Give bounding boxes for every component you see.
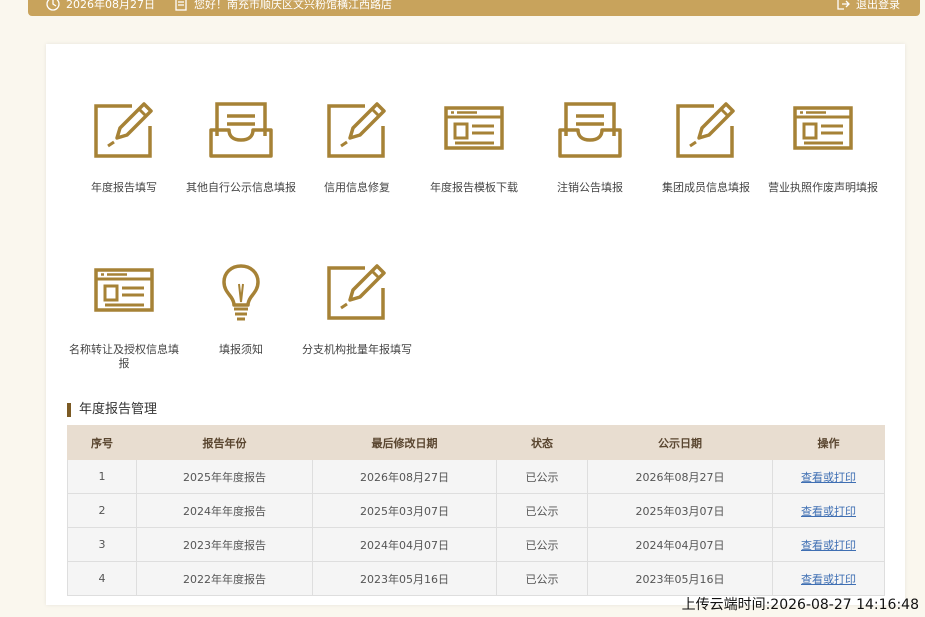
- template-window-icon: [416, 100, 532, 160]
- tile-8[interactable]: 名称转让及授权信息填报: [66, 262, 182, 371]
- cell-status: 已公示: [496, 493, 588, 528]
- col-header-modified: 最后修改日期: [312, 425, 497, 460]
- col-header-year: 报告年份: [136, 425, 313, 460]
- cell-year: 2024年年度报告: [136, 493, 313, 528]
- cell-publish-date: 2025年03月07日: [587, 493, 773, 528]
- tile-label: 营业执照作废声明填报: [768, 181, 878, 194]
- cell-action: 查看或打印: [772, 459, 885, 494]
- tile-9[interactable]: 填报须知: [183, 262, 299, 357]
- view-print-link[interactable]: 查看或打印: [801, 539, 856, 552]
- table-row: 3 2023年年度报告 2024年04月07日 已公示 2024年04月07日 查看或打印: [67, 527, 885, 562]
- tile-label: 填报须知: [219, 343, 263, 356]
- cell-action: 查看或打印: [772, 493, 885, 528]
- cell-index: 3: [67, 527, 137, 562]
- cell-index: 1: [67, 459, 137, 494]
- col-header-index: 序号: [67, 425, 137, 460]
- greeting-text: 您好！南充市顺庆区文兴粉馆横江西路店: [194, 0, 392, 11]
- cell-publish-date: 2024年04月07日: [587, 527, 773, 562]
- inbox-icon: [183, 100, 299, 160]
- tile-label: 分支机构批量年报填写: [302, 343, 412, 356]
- cell-status: 已公示: [496, 527, 588, 562]
- greeting-area: 您好！南充市顺庆区文兴粉馆横江西路店: [174, 0, 392, 16]
- tile-6[interactable]: 集团成员信息填报: [648, 100, 764, 195]
- cell-status: 已公示: [496, 459, 588, 494]
- cell-modified: 2025年03月07日: [312, 493, 497, 528]
- col-header-publish-date: 公示日期: [587, 425, 773, 460]
- current-date: 2026年08月27日: [66, 0, 155, 11]
- table-row: 1 2025年年度报告 2026年08月27日 已公示 2026年08月27日 查看或打印: [67, 459, 885, 494]
- edit-icon: [299, 262, 415, 322]
- table-header-row: 序号 报告年份 最后修改日期 状态 公示日期 操作: [67, 425, 885, 460]
- view-print-link[interactable]: 查看或打印: [801, 471, 856, 484]
- tile-label: 其他自行公示信息填报: [186, 181, 296, 194]
- edit-icon: [66, 100, 182, 160]
- template-window-icon: [765, 100, 881, 160]
- tile-5[interactable]: 注销公告填报: [532, 100, 648, 195]
- tile-label: 信用信息修复: [324, 181, 390, 194]
- cell-publish-date: 2023年05月16日: [587, 561, 773, 596]
- cell-status: 已公示: [496, 561, 588, 596]
- col-header-actions: 操作: [772, 425, 885, 460]
- view-print-link[interactable]: 查看或打印: [801, 573, 856, 586]
- cell-modified: 2024年04月07日: [312, 527, 497, 562]
- table-row: 2 2024年年度报告 2025年03月07日 已公示 2025年03月07日 查看或打印: [67, 493, 885, 528]
- cell-action: 查看或打印: [772, 527, 885, 562]
- cell-index: 2: [67, 493, 137, 528]
- cell-year: 2022年年度报告: [136, 561, 313, 596]
- date-area: 2026年08月27日: [46, 0, 155, 16]
- tile-label: 年度报告模板下载: [430, 181, 518, 194]
- cell-publish-date: 2026年08月27日: [587, 459, 773, 494]
- cell-modified: 2023年05月16日: [312, 561, 497, 596]
- tile-label: 注销公告填报: [557, 181, 623, 194]
- cell-modified: 2026年08月27日: [312, 459, 497, 494]
- table-row: 4 2022年年度报告 2023年05月16日 已公示 2023年05月16日 查看或打印: [67, 561, 885, 596]
- col-header-status: 状态: [496, 425, 588, 460]
- tile-3[interactable]: 信用信息修复: [299, 100, 415, 195]
- section-title: 年度报告管理: [67, 403, 157, 417]
- tile-label: 年度报告填写: [91, 181, 157, 194]
- edit-icon: [299, 100, 415, 160]
- tile-7[interactable]: 营业执照作废声明填报: [765, 100, 881, 195]
- edit-icon: [648, 100, 764, 160]
- view-print-link[interactable]: 查看或打印: [801, 505, 856, 518]
- cell-action: 查看或打印: [772, 561, 885, 596]
- cell-index: 4: [67, 561, 137, 596]
- clock-icon: [46, 0, 60, 11]
- tile-label: 名称转让及授权信息填报: [69, 343, 179, 370]
- upload-timestamp: 上传云端时间:2026-08-27 14:16:48: [681, 597, 919, 613]
- cell-year: 2023年年度报告: [136, 527, 313, 562]
- logout-label: 退出登录: [856, 0, 900, 11]
- tile-4[interactable]: 年度报告模板下载: [416, 100, 532, 195]
- cell-year: 2025年年度报告: [136, 459, 313, 494]
- top-bar: 2026年08月27日 您好！南充市顺庆区文兴粉馆横江西路店 退出登录: [28, 0, 920, 16]
- main-panel: 年度报告填写 其他自行公示信息填报 信用信息修复 年度报告模板下载 注销公告填报 集团成员…: [46, 44, 905, 605]
- tile-label: 集团成员信息填报: [662, 181, 750, 194]
- logout-button[interactable]: 退出登录: [836, 0, 900, 16]
- tile-1[interactable]: 年度报告填写: [66, 100, 182, 195]
- logout-icon: [837, 0, 850, 10]
- document-icon: [175, 0, 187, 11]
- tile-10[interactable]: 分支机构批量年报填写: [299, 262, 415, 357]
- lightbulb-icon: [183, 262, 299, 322]
- inbox-icon: [532, 100, 648, 160]
- annual-report-table: 序号 报告年份 最后修改日期 状态 公示日期 操作 1 2025年年度报告 2026…: [67, 425, 885, 596]
- tile-2[interactable]: 其他自行公示信息填报: [183, 100, 299, 195]
- template-window-icon: [66, 262, 182, 322]
